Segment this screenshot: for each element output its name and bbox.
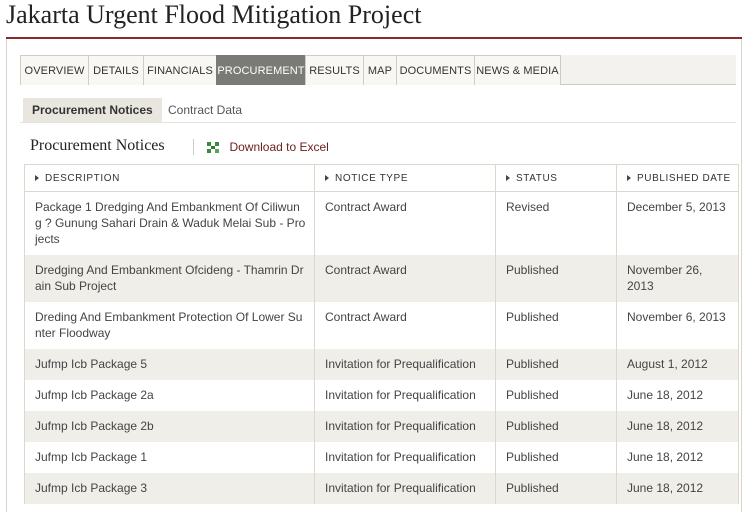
column-header-notice-type[interactable]: NOTICE TYPE (314, 164, 496, 192)
subtab-procurement-notices[interactable]: Procurement Notices (23, 98, 162, 122)
table-header-row: DESCRIPTION NOTICE TYPE STATUS PUBLISHED… (24, 164, 739, 192)
notice-type: Contract Award (314, 191, 496, 255)
published-date: June 18, 2012 (616, 441, 739, 473)
table-row: Jufmp Icb Package 2a Invitation for Preq… (24, 379, 739, 411)
column-header-status[interactable]: STATUS (495, 164, 617, 192)
tab-overview[interactable]: OVERVIEW (20, 55, 88, 85)
notice-description-link[interactable]: Dredging And Embankment Ofcideng - Thamr… (35, 263, 304, 293)
table-row: Package 1 Dredging And Embankment Of Cil… (24, 191, 739, 255)
notice-status: Published (495, 379, 617, 411)
project-title: Jakarta Urgent Flood Mitigation Project (6, 0, 422, 29)
notice-description-link[interactable]: Package 1 Dredging And Embankment Of Cil… (35, 200, 305, 246)
table-row: Jufmp Icb Package 2b Invitation for Preq… (24, 410, 739, 442)
download-excel-link[interactable]: Download to Excel (206, 138, 329, 154)
sort-arrow-icon (627, 174, 631, 181)
notice-type: Invitation for Prequalification (314, 410, 496, 442)
notice-description-link[interactable]: Jufmp Icb Package 2a (35, 388, 154, 402)
subtab-divider (20, 122, 736, 123)
excel-icon (206, 140, 222, 154)
tab-procurement[interactable]: PROCUREMENT (216, 55, 305, 85)
notice-status: Published (495, 348, 617, 380)
notice-status: Published (495, 472, 617, 504)
tab-map[interactable]: MAP (363, 55, 396, 85)
notice-status: Published (495, 254, 617, 302)
column-header-published-date[interactable]: PUBLISHED DATE (616, 164, 739, 192)
sort-arrow-icon (35, 174, 39, 181)
sort-arrow-icon (325, 174, 329, 181)
notice-description-link[interactable]: Jufmp Icb Package 1 (35, 450, 147, 464)
table-row: Dredging And Embankment Ofcideng - Thamr… (24, 254, 739, 302)
notice-description-link[interactable]: Jufmp Icb Package 3 (35, 481, 147, 495)
notice-description-link[interactable]: Jufmp Icb Package 5 (35, 357, 147, 371)
subtab-contract-data[interactable]: Contract Data (159, 98, 251, 122)
tab-details[interactable]: DETAILS (88, 55, 143, 85)
notice-status: Published (495, 410, 617, 442)
notice-status: Published (495, 301, 617, 349)
section-title: Procurement Notices (30, 137, 165, 154)
content-panel: OVERVIEW DETAILS FINANCIALS PROCUREMENT … (6, 39, 742, 512)
notice-type: Contract Award (314, 301, 496, 349)
notice-description-link[interactable]: Dreding And Embankment Protection Of Low… (35, 310, 302, 340)
table-row: Jufmp Icb Package 3 Invitation for Prequ… (24, 472, 739, 504)
notice-type: Invitation for Prequalification (314, 441, 496, 473)
tab-results[interactable]: RESULTS (305, 55, 363, 85)
column-header-description[interactable]: DESCRIPTION (24, 164, 315, 192)
table-row: Jufmp Icb Package 1 Invitation for Prequ… (24, 441, 739, 473)
notice-type: Invitation for Prequalification (314, 348, 496, 380)
tab-bar: OVERVIEW DETAILS FINANCIALS PROCUREMENT … (20, 55, 736, 85)
published-date: August 1, 2012 (616, 348, 739, 380)
download-excel-label: Download to Excel (229, 139, 329, 154)
notice-type: Contract Award (314, 254, 496, 302)
sort-arrow-icon (506, 174, 510, 181)
published-date: June 18, 2012 (616, 379, 739, 411)
published-date: November 6, 2013 (616, 301, 739, 349)
notice-description-link[interactable]: Jufmp Icb Package 2b (35, 419, 154, 433)
tab-financials[interactable]: FINANCIALS (143, 55, 216, 85)
procurement-notices-table: DESCRIPTION NOTICE TYPE STATUS PUBLISHED… (24, 164, 739, 504)
published-date: June 18, 2012 (616, 410, 739, 442)
table-row: Dreding And Embankment Protection Of Low… (24, 301, 739, 349)
notice-status: Published (495, 441, 617, 473)
published-date: June 18, 2012 (616, 472, 739, 504)
tab-documents[interactable]: DOCUMENTS (396, 55, 474, 85)
tab-news-media[interactable]: NEWS & MEDIA (474, 55, 561, 85)
notice-type: Invitation for Prequalification (314, 379, 496, 411)
published-date: November 26, 2013 (616, 254, 739, 302)
title-separator (193, 139, 194, 155)
notice-status: Revised (495, 191, 617, 255)
published-date: December 5, 2013 (616, 191, 739, 255)
notice-type: Invitation for Prequalification (314, 472, 496, 504)
table-row: Jufmp Icb Package 5 Invitation for Prequ… (24, 348, 739, 380)
